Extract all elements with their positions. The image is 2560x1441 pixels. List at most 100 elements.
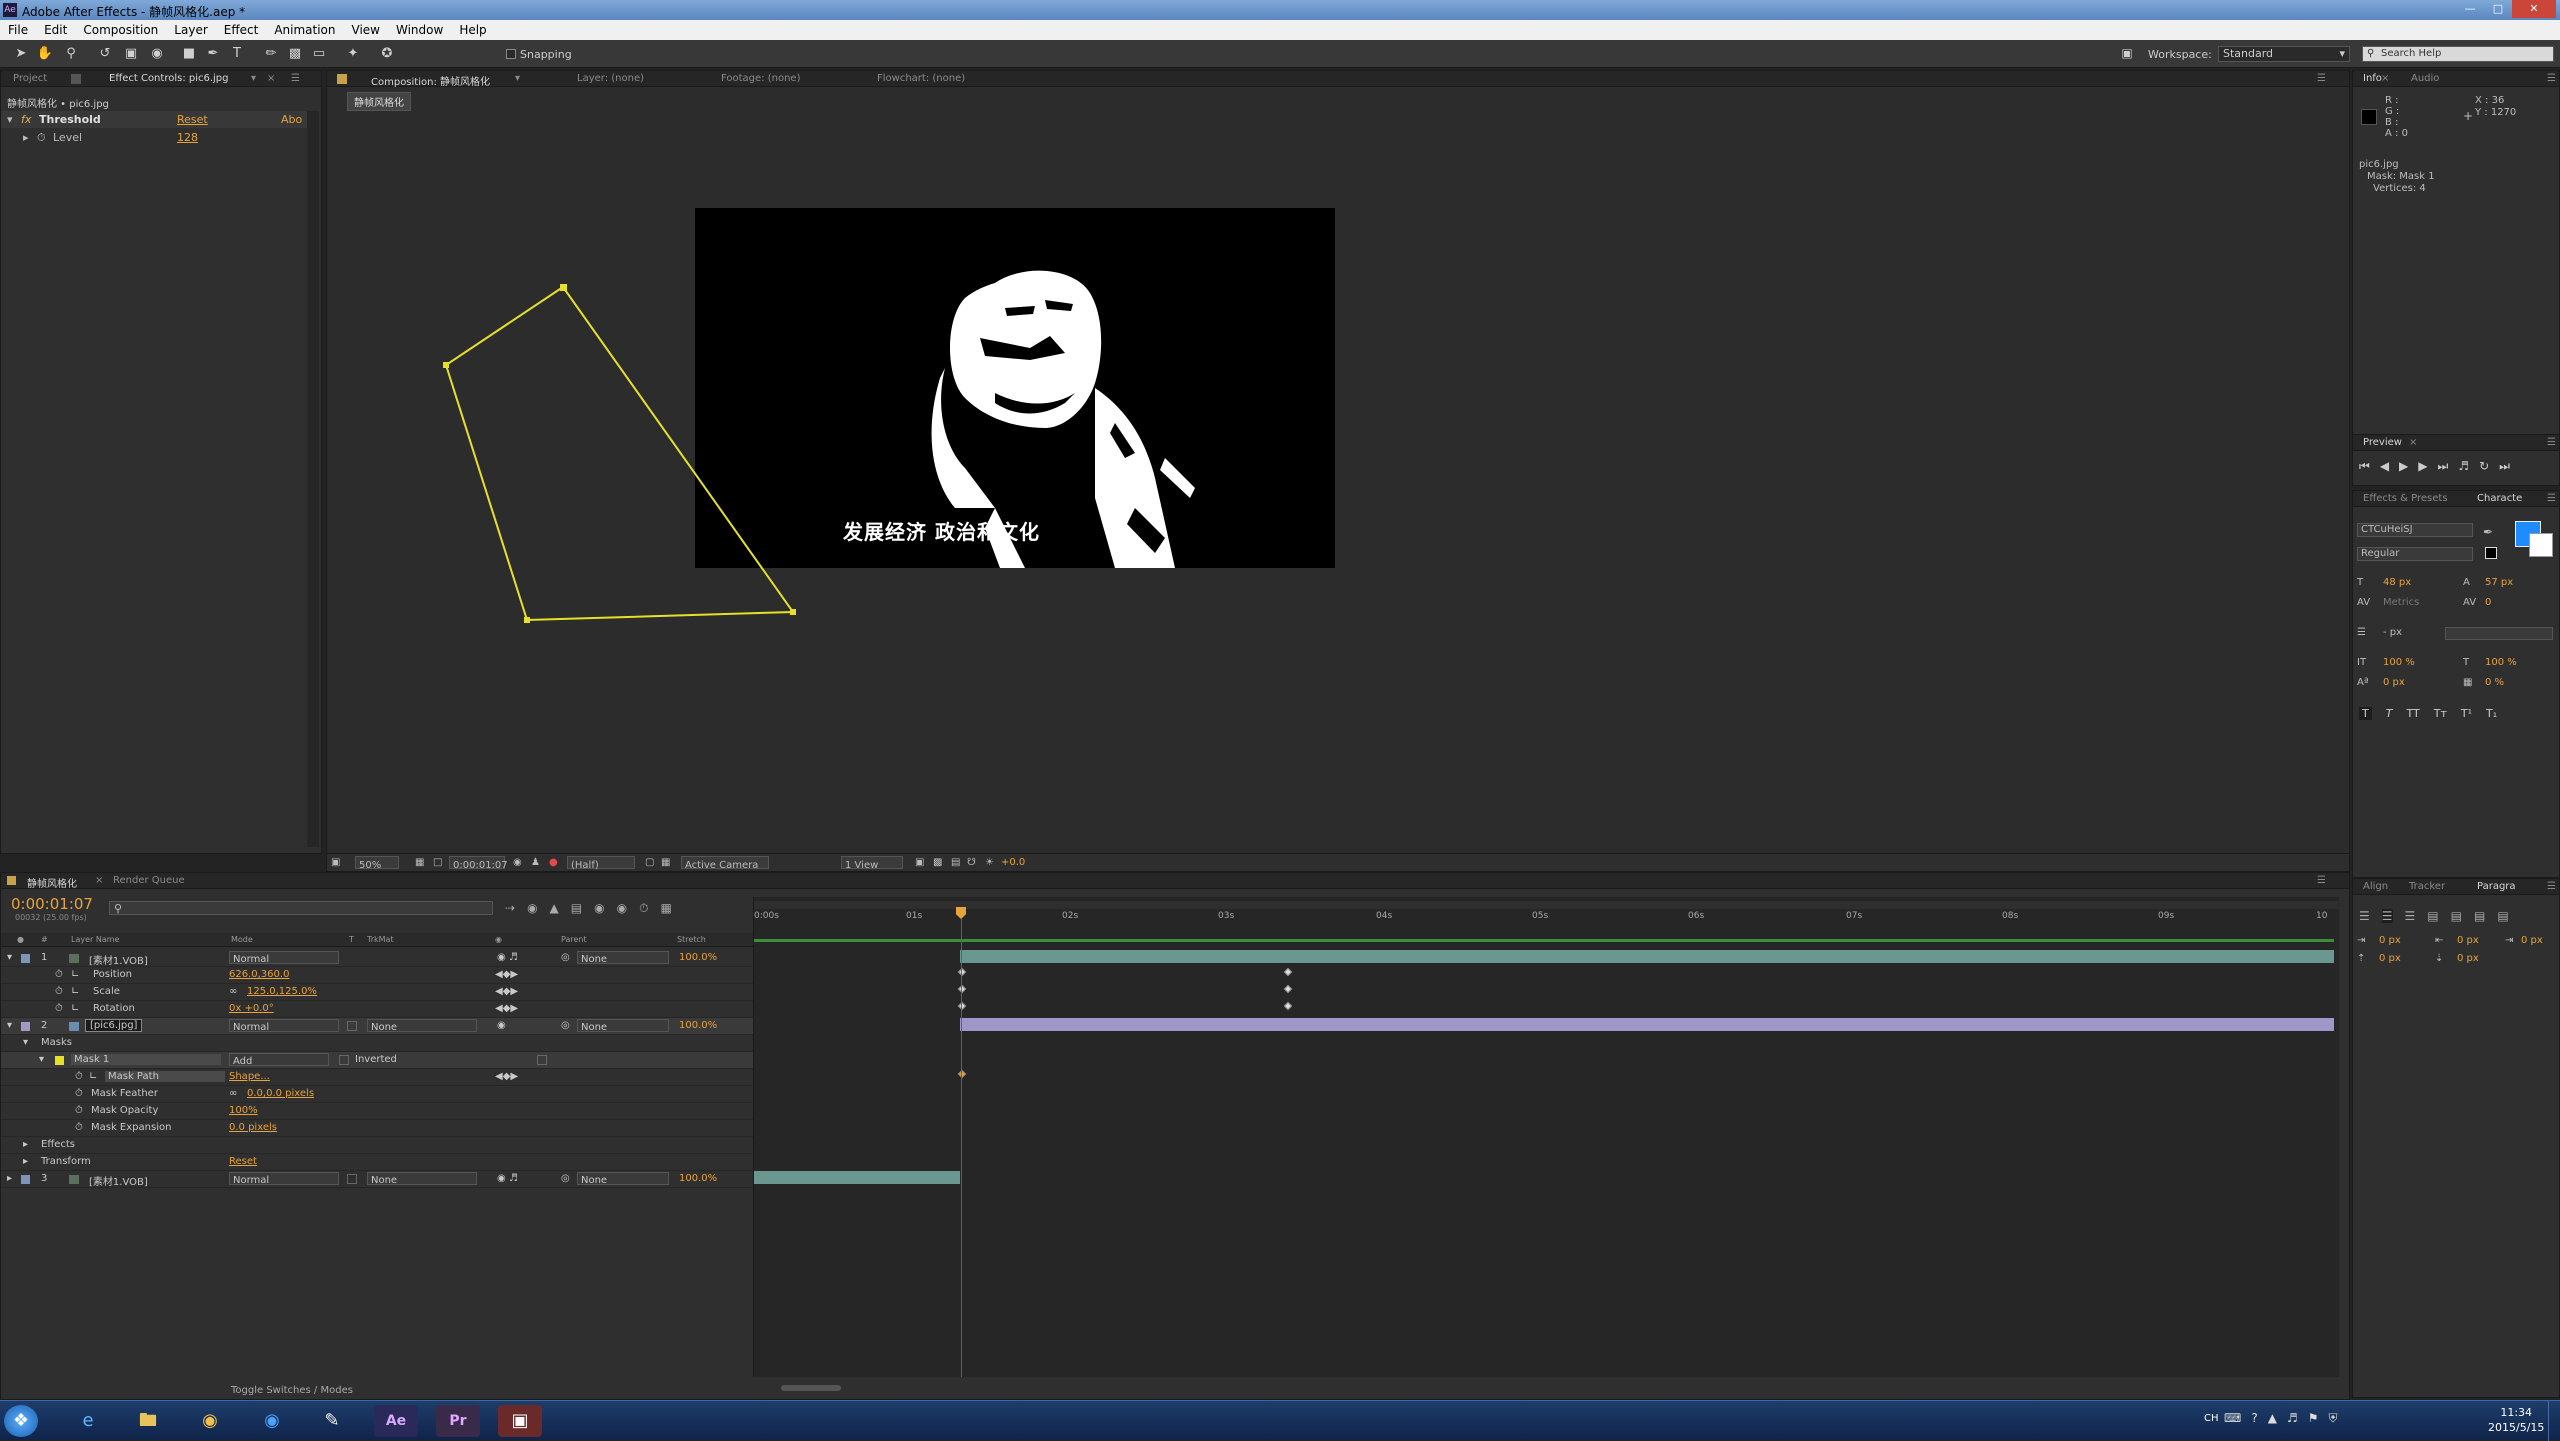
audio-icon[interactable]: ♬	[509, 1173, 518, 1184]
faux-italic-icon[interactable]: T	[2386, 707, 2393, 720]
time-ruler[interactable]: 0:00s 01s 02s 03s 04s 05s 06s 07s 08s 09…	[754, 911, 2340, 929]
trkmat-dropdown[interactable]: None	[367, 1172, 477, 1186]
region-of-interest-icon[interactable]: ▢	[645, 857, 654, 868]
expand-triangle-icon[interactable]: ▸	[23, 1139, 28, 1150]
mask-color-icon[interactable]	[55, 1056, 64, 1065]
layer-name[interactable]: [素材1.VOB]	[89, 1173, 148, 1188]
layer-search-input[interactable]: ⚲	[109, 901, 493, 915]
minimize-button[interactable]: —	[2456, 0, 2484, 18]
tab-audio[interactable]: Audio	[2411, 73, 2439, 84]
mask-vertex-handle[interactable]	[524, 617, 530, 623]
col-mode[interactable]: Mode	[231, 935, 253, 944]
rotation-keyframe[interactable]	[1283, 1001, 1293, 1011]
justify-center-icon[interactable]: ▤	[2451, 909, 2462, 923]
graph-icon[interactable]: ∟	[71, 1003, 79, 1014]
mask-vertex-handle[interactable]	[790, 609, 796, 615]
property-value[interactable]: 0.0 pixels	[229, 1122, 277, 1133]
note-app-icon[interactable]: ✎	[310, 1405, 354, 1437]
app-icon[interactable]: ◉	[250, 1405, 294, 1437]
help-icon[interactable]: ?	[2251, 1411, 2257, 1426]
tab-paragraph[interactable]: Paragra	[2477, 881, 2516, 892]
tab-tracker[interactable]: Tracker	[2409, 881, 2445, 892]
layer-row-2[interactable]: ▾ 2 [pic6.jpg] Normal None ◉ ◎ None 100.…	[1, 1018, 753, 1035]
menu-view[interactable]: View	[344, 23, 388, 37]
indent-left-value[interactable]: 0 px	[2379, 935, 2401, 946]
menu-composition[interactable]: Composition	[75, 23, 166, 37]
layer-2-duration-bar[interactable]	[960, 1018, 2334, 1031]
stopwatch-icon[interactable]: ⏱	[75, 1071, 83, 1082]
clock[interactable]: 11:34 2015/5/15	[2488, 1405, 2544, 1435]
position-keyframe[interactable]	[1283, 967, 1293, 977]
menu-edit[interactable]: Edit	[36, 23, 75, 37]
horizontal-scale-value[interactable]: 100 %	[2485, 657, 2517, 668]
layer-label-color-icon[interactable]	[21, 1022, 30, 1031]
parent-dropdown[interactable]: None	[577, 1019, 669, 1033]
selection-tool-icon[interactable]: ➤	[12, 45, 30, 63]
leading-value[interactable]: 57 px	[2485, 577, 2513, 588]
timeline-zoom-slider[interactable]	[781, 1385, 841, 1391]
motion-blur-icon[interactable]: ◉	[594, 901, 604, 916]
superscript-icon[interactable]: T¹	[2461, 707, 2472, 720]
justify-all-icon[interactable]: ▤	[2497, 909, 2508, 923]
pick-whip-icon[interactable]: ◎	[561, 952, 570, 963]
keyboard-icon[interactable]: ⌨	[2224, 1411, 2241, 1426]
col-parent[interactable]: Parent	[561, 935, 587, 944]
eraser-tool-icon[interactable]: ▭	[310, 45, 328, 63]
panel-menu-icon[interactable]: ☰	[2317, 875, 2326, 886]
tsume-value[interactable]: 0 %	[2485, 677, 2504, 688]
mask-vertex-handle[interactable]	[560, 284, 567, 291]
network-icon[interactable]: ▲	[2268, 1411, 2277, 1426]
close-tab-icon[interactable]: ×	[267, 73, 275, 84]
mask-1-row[interactable]: ▾ Mask 1 Add Inverted	[1, 1052, 753, 1069]
toggle-switches-modes-button[interactable]: Toggle Switches / Modes	[231, 1385, 353, 1396]
view-layout-dropdown[interactable]: 1 View	[841, 856, 903, 871]
media-app-taskbar-icon[interactable]: ▣	[498, 1405, 542, 1437]
layer-name-edit[interactable]: [pic6.jpg]	[85, 1019, 143, 1032]
eye-icon[interactable]: ◉	[497, 1020, 506, 1031]
mask-vertex-handle[interactable]	[443, 362, 449, 368]
stroke-style-dropdown[interactable]	[2445, 627, 2553, 640]
work-area-bar[interactable]	[754, 901, 2340, 909]
pixel-aspect-icon[interactable]: ▣	[915, 857, 924, 868]
tab-preview[interactable]: Preview	[2363, 437, 2402, 448]
type-tool-icon[interactable]: T	[228, 45, 246, 63]
expand-triangle-icon[interactable]: ▾	[7, 952, 12, 963]
play-icon[interactable]: ▶	[2399, 459, 2408, 474]
effect-row-threshold[interactable]: ▾ fx Threshold Reset Abo	[1, 111, 311, 128]
expand-triangle-icon[interactable]: ▾	[23, 1037, 28, 1048]
effect-about-link[interactable]: Abo	[281, 113, 302, 126]
stopwatch-icon[interactable]: ⏱	[55, 986, 63, 997]
kerning-value[interactable]: Metrics	[2383, 597, 2419, 608]
clone-stamp-tool-icon[interactable]: ▩	[286, 45, 304, 63]
audio-icon[interactable]: ♬	[509, 952, 518, 963]
current-time-display[interactable]: 0:00:01:07	[449, 856, 508, 871]
first-frame-icon[interactable]: ⏮	[2359, 459, 2370, 474]
tab-align[interactable]: Align	[2363, 881, 2388, 892]
after-effects-taskbar-icon[interactable]: Ae	[374, 1405, 418, 1437]
col-layer-name[interactable]: Layer Name	[71, 935, 119, 944]
masks-group-row[interactable]: ▾ Masks	[1, 1035, 753, 1052]
layer-mode-dropdown[interactable]: Normal	[229, 951, 339, 965]
magnification-dropdown[interactable]: 50%	[355, 856, 399, 871]
effect-controls-scrollbar[interactable]	[307, 111, 319, 847]
small-caps-icon[interactable]: Tт	[2434, 707, 2447, 720]
layer-label-color-icon[interactable]	[21, 1175, 30, 1184]
browser-icon[interactable]: ◉	[188, 1405, 232, 1437]
stopwatch-icon[interactable]: ⏱	[55, 1003, 63, 1014]
eye-icon[interactable]: ◉	[497, 952, 506, 963]
align-center-icon[interactable]: ☰	[2381, 909, 2393, 923]
parent-dropdown[interactable]: None	[577, 951, 669, 965]
align-right-icon[interactable]: ☰	[2405, 909, 2416, 923]
snapshot-icon[interactable]: ◉	[513, 857, 522, 868]
property-value[interactable]: 0.0,0.0 pixels	[247, 1088, 314, 1099]
mask-path-keyframe[interactable]	[957, 1069, 967, 1079]
graph-icon[interactable]: ∟	[89, 1071, 97, 1082]
eye-icon[interactable]: ◉	[497, 1173, 506, 1184]
file-explorer-icon[interactable]: 🖿	[126, 1405, 170, 1437]
stretch-value[interactable]: 100.0%	[679, 952, 717, 963]
stopwatch-icon[interactable]: ⏱	[55, 969, 63, 980]
expand-triangle-icon[interactable]: ▸	[23, 1156, 28, 1167]
layer-mode-dropdown[interactable]: Normal	[229, 1172, 339, 1186]
flag-icon[interactable]: ⚑	[2308, 1411, 2319, 1426]
rectangle-tool-icon[interactable]: ■	[180, 45, 198, 63]
